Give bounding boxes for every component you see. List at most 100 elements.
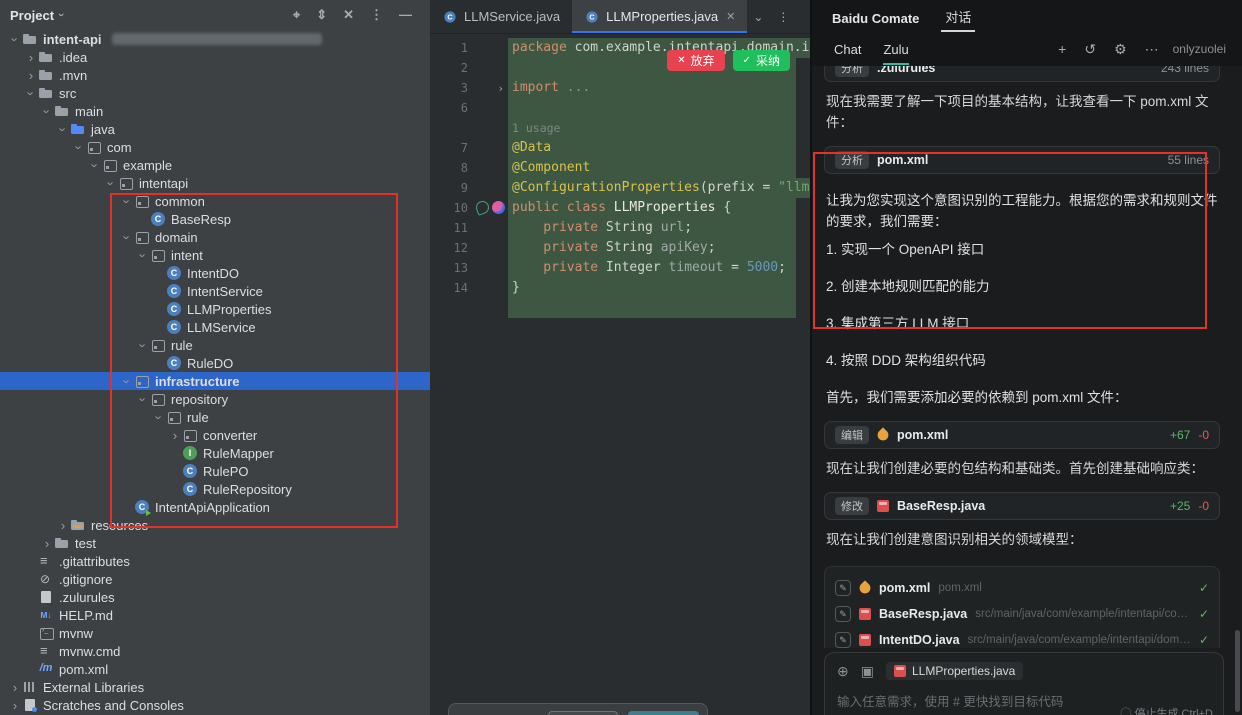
tree-item-.zulurules[interactable]: ›.zulurules xyxy=(0,588,430,606)
tree-item-resources[interactable]: ›resources xyxy=(0,516,430,534)
changed-file-row[interactable]: ✎BaseResp.javasrc/main/java/com/example/… xyxy=(835,601,1209,627)
tree-chevron-icon[interactable]: › xyxy=(25,86,38,100)
close-tab-icon[interactable]: ✕ xyxy=(726,10,735,23)
tree-chevron-icon[interactable]: › xyxy=(168,429,182,442)
tree-item-llmservice[interactable]: ›LLMService xyxy=(0,318,430,336)
changed-file-row[interactable]: ✎IntentDO.javasrc/main/java/com/example/… xyxy=(835,627,1209,648)
tree-item-intentapi[interactable]: ›intentapi xyxy=(0,174,430,192)
attach-image-icon[interactable]: ▣ xyxy=(861,663,874,680)
tab-conversation[interactable]: 对话 xyxy=(945,7,971,26)
file-operation-card[interactable]: 编辑pom.xml+67-0 xyxy=(824,421,1220,449)
spring-bean-icon[interactable] xyxy=(474,199,491,216)
more-options-icon[interactable]: ⋮ xyxy=(370,7,383,23)
code-line[interactable]: 11 private String url; xyxy=(430,218,810,238)
tree-item-external-libraries[interactable]: ›External Libraries xyxy=(0,678,430,696)
editor-tab-llmproperties.java[interactable]: LLMProperties.java✕ xyxy=(572,0,747,33)
reject-diff-button[interactable]: ✕放弃 xyxy=(667,50,724,71)
tree-chevron-icon[interactable]: › xyxy=(89,158,102,172)
tree-chevron-icon[interactable]: › xyxy=(153,410,166,424)
tabs-dropdown-icon[interactable]: ⌄ xyxy=(753,10,763,24)
editor-tab-llmservice.java[interactable]: LLMService.java xyxy=(430,0,572,33)
tab-chat[interactable]: Chat xyxy=(834,42,861,57)
code-line[interactable]: 8@Component xyxy=(430,158,810,178)
tree-chevron-icon[interactable]: › xyxy=(9,32,22,46)
popup-secondary-button[interactable] xyxy=(548,711,618,715)
code-line[interactable]: 14} xyxy=(430,278,810,298)
tree-chevron-icon[interactable]: › xyxy=(137,338,150,352)
tree-item-common[interactable]: ›common xyxy=(0,192,430,210)
tree-chevron-icon[interactable]: › xyxy=(24,51,38,64)
tree-chevron-icon[interactable]: › xyxy=(137,248,150,262)
tree-item-llmproperties[interactable]: ›LLMProperties xyxy=(0,300,430,318)
tree-chevron-icon[interactable]: › xyxy=(121,194,134,208)
tree-item-rulepo[interactable]: ›RulePO xyxy=(0,462,430,480)
code-line[interactable]: 13 private Integer timeout = 5000; xyxy=(430,258,810,278)
tree-item-repository[interactable]: ›repository xyxy=(0,390,430,408)
tree-item-ruledo[interactable]: ›RuleDO xyxy=(0,354,430,372)
chat-input-box[interactable]: ⊕ ▣ LLMProperties.java 输入任意需求，使用 # 更快找到目… xyxy=(824,652,1224,715)
tree-item-main[interactable]: ›main xyxy=(0,102,430,120)
chat-scrollbar[interactable] xyxy=(1235,630,1240,712)
tab-zulu[interactable]: Zulu xyxy=(883,42,908,57)
code-line[interactable]: 1 usage xyxy=(430,118,810,138)
code-editor[interactable]: 1package com.example.intentapi.domain.i✓… xyxy=(430,34,810,318)
new-chat-icon[interactable]: + xyxy=(1058,41,1066,57)
tree-item-infrastructure[interactable]: ›infrastructure xyxy=(0,372,430,390)
expand-collapse-icon[interactable]: ⇕ xyxy=(316,7,327,23)
tree-item-help.md[interactable]: ›HELP.md xyxy=(0,606,430,624)
file-operation-card[interactable]: 分析.zulurules243 lines xyxy=(824,66,1220,82)
tree-chevron-icon[interactable]: › xyxy=(24,69,38,82)
changed-file-row[interactable]: ✎pom.xmlpom.xml✓ xyxy=(835,575,1209,601)
code-line[interactable]: 3›import ... xyxy=(430,78,810,98)
project-panel-title[interactable]: Project xyxy=(10,8,54,23)
tree-item-.mvn[interactable]: ›.mvn xyxy=(0,66,430,84)
tree-item-java[interactable]: ›java xyxy=(0,120,430,138)
stop-generation-button[interactable]: ◯ 停止生成 Ctrl+D xyxy=(1120,705,1213,715)
tree-item-src[interactable]: ›src xyxy=(0,84,430,102)
code-line[interactable] xyxy=(430,298,810,318)
tree-item-rule[interactable]: ›rule xyxy=(0,336,430,354)
fold-arrow-icon[interactable]: › xyxy=(497,79,504,99)
tree-chevron-icon[interactable]: › xyxy=(105,176,118,190)
code-line[interactable]: 12 private String apiKey; xyxy=(430,238,810,258)
tree-item-intent-api[interactable]: ›intent-api xyxy=(0,30,430,48)
tree-item-rule[interactable]: ›rule xyxy=(0,408,430,426)
context-file-chip[interactable]: LLMProperties.java xyxy=(886,662,1023,680)
tree-item-rulemapper[interactable]: ›RuleMapper xyxy=(0,444,430,462)
tree-chevron-icon[interactable]: › xyxy=(57,122,70,136)
file-operation-card[interactable]: 分析pom.xml55 lines xyxy=(824,146,1220,174)
more-icon[interactable]: ⋯ xyxy=(1145,41,1159,58)
tree-chevron-icon[interactable]: › xyxy=(41,104,54,118)
tree-item-.gitattributes[interactable]: ›.gitattributes xyxy=(0,552,430,570)
code-line[interactable]: 9@ConfigurationProperties(prefix = "llm"… xyxy=(430,178,810,198)
collapse-all-icon[interactable]: ✕ xyxy=(343,7,354,23)
tree-item-intentservice[interactable]: ›IntentService xyxy=(0,282,430,300)
accept-diff-button[interactable]: ✓采纳 xyxy=(733,50,790,71)
tree-item-mvnw.cmd[interactable]: ›mvnw.cmd xyxy=(0,642,430,660)
tree-item-com[interactable]: ›com xyxy=(0,138,430,156)
tree-item-baseresp[interactable]: ›BaseResp xyxy=(0,210,430,228)
hide-panel-icon[interactable]: — xyxy=(399,7,412,23)
usages-hint[interactable]: 1 usage xyxy=(512,121,560,135)
tree-item-intent[interactable]: ›intent xyxy=(0,246,430,264)
tabs-menu-icon[interactable]: ⋮ xyxy=(777,10,789,24)
tool-window-title[interactable]: Baidu Comate xyxy=(832,11,919,26)
tree-chevron-icon[interactable]: › xyxy=(56,519,70,532)
code-line[interactable]: 6 xyxy=(430,98,810,118)
tree-item-converter[interactable]: ›converter xyxy=(0,426,430,444)
tree-item-intentdo[interactable]: ›IntentDO xyxy=(0,264,430,282)
tree-chevron-icon[interactable]: › xyxy=(73,140,86,154)
chevron-down-icon[interactable]: › xyxy=(55,13,67,17)
add-context-icon[interactable]: ⊕ xyxy=(837,663,849,680)
code-line[interactable]: 10public class LLMProperties { xyxy=(430,198,810,218)
tree-chevron-icon[interactable]: › xyxy=(121,230,134,244)
tree-item-rulerepository[interactable]: ›RuleRepository xyxy=(0,480,430,498)
tree-chevron-icon[interactable]: › xyxy=(8,699,22,712)
tree-item-mvnw[interactable]: ›mvnw xyxy=(0,624,430,642)
tree-chevron-icon[interactable]: › xyxy=(121,374,134,388)
locate-file-icon[interactable]: ⌖ xyxy=(293,7,300,23)
tree-chevron-icon[interactable]: › xyxy=(40,537,54,550)
tree-item-.gitignore[interactable]: ›.gitignore xyxy=(0,570,430,588)
tree-item-domain[interactable]: ›domain xyxy=(0,228,430,246)
settings-icon[interactable]: ⚙ xyxy=(1114,41,1127,58)
